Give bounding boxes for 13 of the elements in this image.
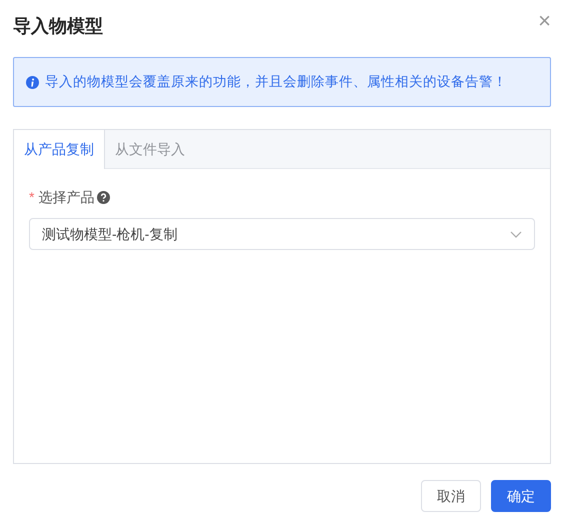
help-icon — [97, 191, 110, 204]
close-button[interactable]: × — [538, 10, 551, 32]
tab[interactable]: 从产品复制 — [14, 130, 105, 170]
required-mark: * — [29, 188, 34, 208]
tab[interactable]: 从文件导入 — [105, 130, 196, 168]
field-label: 选择产品 — [38, 188, 94, 208]
chevron-down-icon — [510, 230, 522, 238]
info-icon — [26, 76, 39, 89]
alert-text: 导入的物模型会覆盖原来的功能，并且会删除事件、属性相关的设备告警！ — [45, 73, 507, 91]
cancel-button[interactable]: 取消 — [421, 480, 481, 512]
dialog-title: 导入物模型 — [13, 15, 103, 38]
product-select[interactable]: 测试物模型-枪机-复制 — [29, 218, 535, 250]
confirm-button[interactable]: 确定 — [491, 480, 551, 512]
